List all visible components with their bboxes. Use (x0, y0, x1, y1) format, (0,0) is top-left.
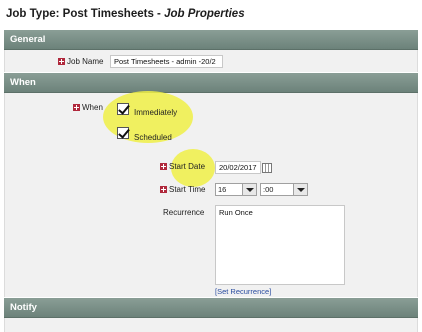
start-hour-value: 16 (218, 185, 227, 194)
calendar-icon[interactable] (262, 163, 272, 173)
immediately-checkbox[interactable] (117, 103, 129, 115)
scheduled-checkbox[interactable] (117, 127, 129, 139)
start-hour-select[interactable]: 16 (215, 183, 257, 196)
required-icon (160, 186, 167, 194)
section-notify-header[interactable]: Notify (4, 298, 418, 318)
when-panel: When Immediately Scheduled Start Date 20… (4, 91, 418, 297)
recurrence-textarea[interactable]: Run Once (215, 205, 345, 285)
when-label: When (73, 103, 103, 112)
section-general-header[interactable]: General (4, 30, 418, 50)
job-name-input[interactable]: Post Timesheets - admin -20/2 (110, 55, 223, 68)
when-label-text: When (82, 103, 103, 112)
start-minute-value: :00 (263, 185, 274, 194)
page-title-sub: Job Properties (164, 8, 245, 20)
start-date-label: Start Date (160, 162, 205, 171)
dropdown-arrow-icon (242, 184, 256, 195)
required-icon (160, 163, 167, 171)
recurrence-label: Recurrence (163, 208, 205, 217)
job-name-label-text: Job Name (67, 57, 104, 66)
immediately-label: Immediately (134, 108, 178, 117)
scheduled-label: Scheduled (134, 133, 172, 142)
job-name-label: Job Name (58, 57, 103, 66)
required-icon (58, 58, 65, 66)
start-date-label-text: Start Date (169, 162, 206, 171)
section-general-label: General (10, 34, 46, 45)
start-time-label-text: Start Time (169, 185, 206, 194)
general-panel: Job Name Post Timesheets - admin -20/2 (4, 50, 418, 72)
start-date-input[interactable]: 20/02/2017 (215, 161, 261, 174)
start-time-label: Start Time (160, 185, 205, 194)
section-when-label: When (10, 77, 36, 88)
page-title: Job Type: Post Timesheets - Job Properti… (6, 8, 245, 20)
start-minute-select[interactable]: :00 (260, 183, 308, 196)
page-title-main: Job Type: Post Timesheets - (6, 8, 165, 20)
notify-panel (4, 318, 418, 332)
section-notify-label: Notify (10, 302, 37, 313)
required-icon (73, 104, 80, 112)
dropdown-arrow-icon (293, 184, 307, 195)
set-recurrence-link[interactable]: [Set Recurrence] (215, 287, 271, 296)
section-when-header[interactable]: When (4, 73, 418, 93)
